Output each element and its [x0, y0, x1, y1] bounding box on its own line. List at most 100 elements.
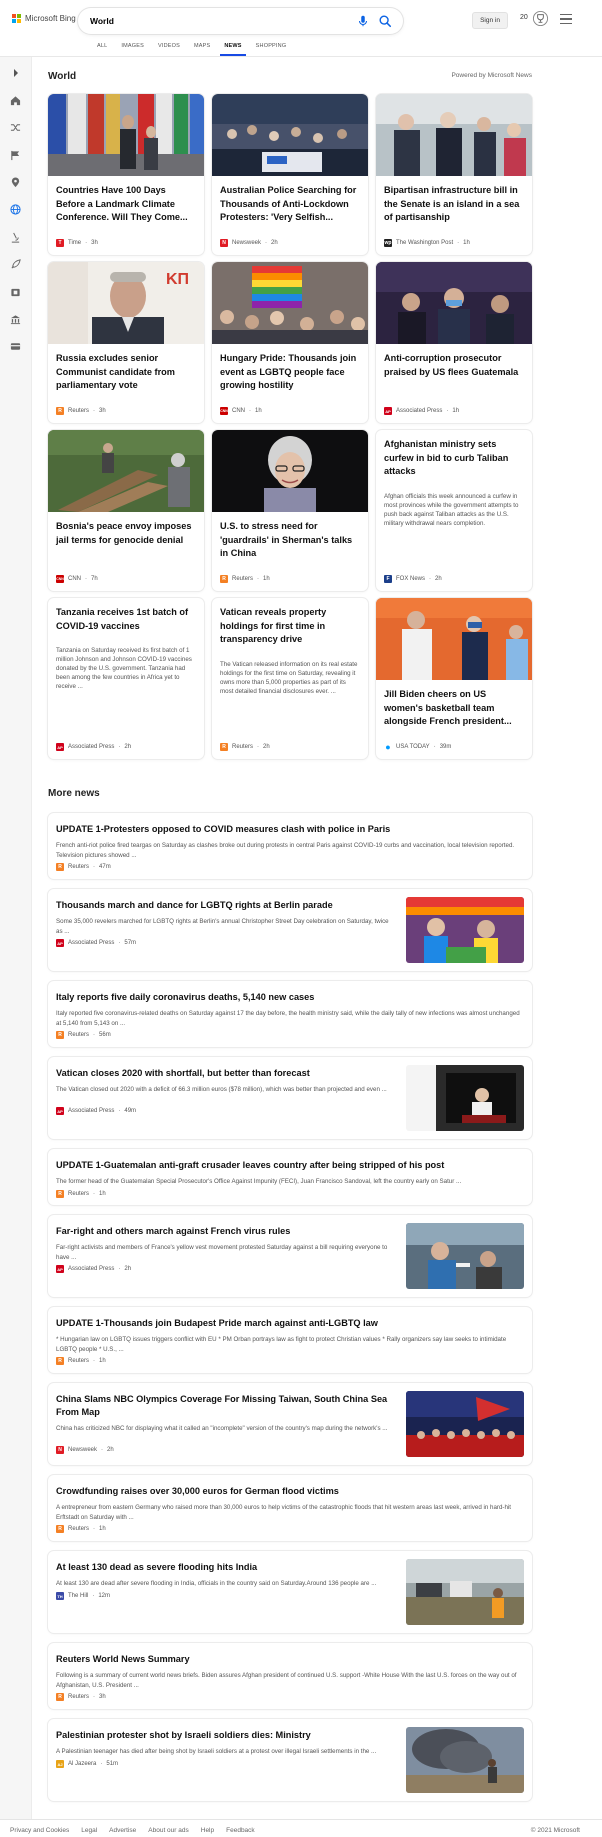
source-logo-icon: F — [384, 575, 392, 583]
card-headline[interactable]: U.S. to stress need for 'guardrails' in … — [220, 520, 360, 561]
microphone-icon[interactable] — [356, 14, 370, 28]
list-item-title[interactable]: Thousands march and dance for LGBTQ righ… — [56, 899, 396, 912]
list-item-snippet: French anti-riot police fired teargas on… — [56, 842, 515, 859]
source-logo-icon: TH — [56, 1592, 64, 1600]
list-item-title[interactable]: Vatican closes 2020 with shortfall, but … — [56, 1067, 396, 1080]
news-list-item[interactable]: Italy reports five daily coronavirus dea… — [48, 981, 532, 1047]
tab-images[interactable]: IMAGES — [114, 38, 151, 56]
news-list-item[interactable]: Reuters World News Summary Following is … — [48, 1643, 532, 1709]
menu-icon[interactable] — [560, 14, 572, 24]
film-icon[interactable] — [8, 285, 23, 300]
list-item-title[interactable]: UPDATE 1-Protesters opposed to COVID mea… — [56, 823, 390, 836]
news-list-item[interactable]: Far-right and others march against Frenc… — [48, 1215, 532, 1297]
list-item-title[interactable]: Far-right and others march against Frenc… — [56, 1225, 396, 1238]
article-age: 3h — [91, 240, 98, 246]
tab-news[interactable]: NEWS — [217, 38, 248, 56]
rocket-icon[interactable] — [8, 257, 23, 272]
news-list-item[interactable]: Palestinian protester shot by Israeli so… — [48, 1719, 532, 1801]
tab-videos[interactable]: VIDEOS — [151, 38, 187, 56]
footer-link-advertise[interactable]: Advertise — [109, 1827, 136, 1834]
footer-link-about-ads[interactable]: About our ads — [148, 1827, 188, 1834]
article-age: 2h — [435, 576, 442, 582]
list-item-title[interactable]: UPDATE 1-Thousands join Budapest Pride m… — [56, 1317, 378, 1330]
flag-icon[interactable] — [8, 148, 23, 163]
card-headline[interactable]: Anti-corruption prosecutor praised by US… — [384, 352, 524, 379]
expand-icon[interactable] — [8, 65, 23, 80]
news-card[interactable]: Countries Have 100 Days Before a Landmar… — [48, 94, 204, 255]
source-name: Reuters — [232, 576, 254, 582]
list-item-title[interactable]: Italy reports five daily coronavirus dea… — [56, 991, 314, 1004]
card-headline[interactable]: Hungary Pride: Thousands join event as L… — [220, 352, 360, 393]
sign-in-button[interactable]: Sign in — [472, 12, 508, 29]
source-name: Reuters — [232, 744, 254, 750]
news-card[interactable]: Hungary Pride: Thousands join event as L… — [212, 262, 368, 423]
tab-all[interactable]: ALL — [90, 38, 114, 56]
tab-shopping[interactable]: SHOPPING — [249, 38, 294, 56]
globe-icon[interactable] — [8, 202, 23, 217]
news-list-item[interactable]: Thousands march and dance for LGBTQ righ… — [48, 889, 532, 971]
news-card[interactable]: Jill Biden cheers on US women's basketba… — [376, 598, 532, 759]
card-headline[interactable]: Russia excludes senior Communist candida… — [56, 352, 196, 393]
article-age: 47m — [99, 864, 111, 870]
news-card[interactable]: Afghanistan ministry sets curfew in bid … — [376, 430, 532, 591]
news-list-item[interactable]: UPDATE 1-Guatemalan anti-graft crusader … — [48, 1149, 532, 1205]
card-source: R Reuters · 1h — [220, 575, 270, 583]
tab-maps[interactable]: MAPS — [187, 38, 217, 56]
article-age: 2h — [124, 1266, 132, 1272]
footer-links: Privacy and Cookies Legal Advertise Abou… — [10, 1827, 255, 1834]
search-icon[interactable] — [378, 14, 392, 28]
card-headline[interactable]: Jill Biden cheers on US women's basketba… — [384, 688, 524, 729]
list-item-snippet: A entrepreneur from eastern Germany who … — [56, 1504, 512, 1521]
list-item-title[interactable]: Reuters World News Summary — [56, 1653, 190, 1666]
list-item-thumbnail — [406, 1223, 524, 1289]
card-headline[interactable]: Bosnia's peace envoy imposes jail terms … — [56, 520, 196, 547]
shuffle-icon[interactable] — [8, 120, 23, 135]
home-icon[interactable] — [8, 93, 23, 108]
card-headline[interactable]: Australian Police Searching for Thousand… — [220, 184, 360, 225]
card-icon[interactable] — [8, 339, 23, 354]
list-item-title[interactable]: At least 130 dead as severe flooding hit… — [56, 1561, 396, 1574]
news-list-item[interactable]: At least 130 dead as severe flooding hit… — [48, 1551, 532, 1633]
news-card[interactable]: Vatican reveals property holdings for fi… — [212, 598, 368, 759]
card-snippet: Afghan officials this week announced a c… — [384, 493, 519, 527]
news-card[interactable]: Anti-corruption prosecutor praised by US… — [376, 262, 532, 423]
search-box[interactable] — [78, 8, 403, 34]
bank-icon[interactable] — [8, 312, 23, 327]
news-card[interactable]: KП Russia excludes senior Communist cand… — [48, 262, 204, 423]
search-input[interactable] — [90, 16, 310, 26]
news-list-item[interactable]: UPDATE 1-Protesters opposed to COVID mea… — [48, 813, 532, 879]
section-title: World — [48, 71, 77, 82]
list-item-title[interactable]: UPDATE 1-Guatemalan anti-graft crusader … — [56, 1159, 444, 1172]
news-list-item[interactable]: China Slams NBC Olympics Coverage For Mi… — [48, 1383, 532, 1465]
list-item-title[interactable]: China Slams NBC Olympics Coverage For Mi… — [56, 1393, 396, 1419]
bing-logo[interactable]: Microsoft Bing — [12, 14, 76, 23]
news-card[interactable]: Bosnia's peace envoy imposes jail terms … — [48, 430, 204, 591]
news-card[interactable]: Australian Police Searching for Thousand… — [212, 94, 368, 255]
news-card[interactable]: Tanzania receives 1st batch of COVID-19 … — [48, 598, 204, 759]
news-card[interactable]: Bipartisan infrastructure bill in the Se… — [376, 94, 532, 255]
card-headline[interactable]: Vatican reveals property holdings for fi… — [220, 606, 360, 647]
list-item-snippet: A Palestinian teenager has died after be… — [56, 1748, 377, 1755]
footer-link-feedback[interactable]: Feedback — [226, 1827, 255, 1834]
list-item-title[interactable]: Crowdfunding raises over 30,000 euros fo… — [56, 1485, 339, 1498]
card-headline[interactable]: Afghanistan ministry sets curfew in bid … — [384, 438, 524, 479]
footer-link-help[interactable]: Help — [201, 1827, 214, 1834]
microscope-icon[interactable] — [8, 230, 23, 245]
news-list-item[interactable]: Crowdfunding raises over 30,000 euros fo… — [48, 1475, 532, 1541]
news-card[interactable]: U.S. to stress need for 'guardrails' in … — [212, 430, 368, 591]
rewards-count[interactable]: 20 — [520, 14, 528, 21]
source-logo-icon: AP — [384, 407, 392, 415]
card-headline[interactable]: Bipartisan infrastructure bill in the Se… — [384, 184, 524, 225]
news-list-item[interactable]: Vatican closes 2020 with shortfall, but … — [48, 1057, 532, 1139]
article-age: 51m — [106, 1761, 119, 1767]
list-item-title[interactable]: Palestinian protester shot by Israeli so… — [56, 1729, 396, 1742]
rewards-trophy-icon[interactable] — [532, 10, 549, 27]
source-name: Reuters — [68, 1358, 90, 1364]
footer-link-legal[interactable]: Legal — [81, 1827, 97, 1834]
card-headline[interactable]: Countries Have 100 Days Before a Landmar… — [56, 184, 196, 225]
footer-link-privacy[interactable]: Privacy and Cookies — [10, 1827, 69, 1834]
news-list-item[interactable]: UPDATE 1-Thousands join Budapest Pride m… — [48, 1307, 532, 1373]
list-item-source: N Newsweek · 2h — [56, 1446, 114, 1454]
card-headline[interactable]: Tanzania receives 1st batch of COVID-19 … — [56, 606, 196, 633]
location-pin-icon[interactable] — [8, 175, 23, 190]
